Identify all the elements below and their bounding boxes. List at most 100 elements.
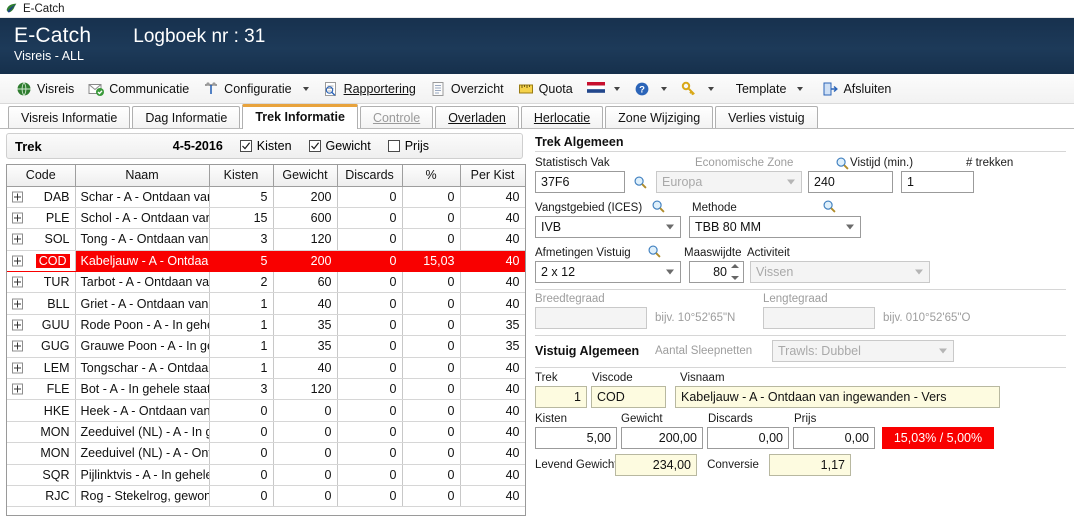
table-row[interactable]: BLL Griet - A - Ontdaan van in 1 40 0 0 40 [7,292,525,315]
aantal-sleepnetten-select[interactable]: Trawls: Dubbel [772,340,954,362]
trek-number-input[interactable]: 1 [535,386,587,408]
stepper-arrows-icon[interactable] [729,264,740,280]
toolbar-rapportering-button[interactable]: Rapportering [316,77,423,101]
tab-trek-informatie[interactable]: Trek Informatie [242,104,358,129]
column-header-perkist[interactable]: Per Kist [460,165,525,187]
expand-row-icon[interactable] [12,383,23,395]
gewicht-input[interactable]: 200,00 [621,427,703,449]
methode-select[interactable]: TBB 80 MM [689,216,861,238]
levend-gewicht-input[interactable]: 234,00 [615,454,697,476]
vistijd-input[interactable]: 240 [808,171,893,193]
viscode-input[interactable]: COD [591,386,666,408]
kisten-input[interactable]: 5,00 [535,427,617,449]
maaswijdte-stepper[interactable]: 80 [689,261,744,283]
statistisch-vak-input[interactable]: 37F6 [535,171,625,193]
economische-zone-select[interactable]: Europa [656,171,802,193]
table-row[interactable]: GUURode Poon - A - In gehele1350035 [7,314,525,337]
table-row[interactable]: DAB Schar - A - Ontdaan van 5 200 0 0 40 [7,186,525,208]
table-row[interactable]: PLE Schol - A - Ontdaan van i 15 600 0 0 40 [7,207,525,230]
search-icon[interactable] [633,175,648,190]
table-row[interactable]: MON Zeeduivel (NL) - A - Ontd 0 0 0 0 40 [7,442,525,465]
toolbar-quota-button[interactable]: Quota [511,77,580,101]
expand-row-icon[interactable] [12,340,23,352]
tab-overladen[interactable]: Overladen [435,106,519,128]
column-header-code[interactable]: Code [7,165,76,187]
chevron-down-icon [613,86,620,91]
trekken-input[interactable]: 1 [901,171,974,193]
column-header-pct[interactable]: % [402,165,461,187]
vangstgebied-select[interactable]: IVB [535,216,681,238]
toolbar-template-dropdown[interactable] [793,85,810,93]
expand-row-icon[interactable] [12,298,23,310]
trek-date: 4-5-2016 [172,139,223,153]
table-row[interactable]: GUG Grauwe Poon - A - In geh 1 35 0 0 35 [7,335,525,358]
visnaam-input[interactable]: Kabeljauw - A - Ontdaan van ingewanden -… [675,386,1000,408]
expand-row-icon[interactable] [12,233,23,245]
chevron-down-icon [915,269,923,275]
expand-row-icon[interactable] [12,191,23,203]
afmetingen-vistuig-select[interactable]: 2 x 12 [535,261,681,283]
table-row[interactable]: SOL Tong - A - Ontdaan van in 3 120 0 0 40 [7,228,525,251]
column-header-discards[interactable]: Discards [337,165,403,187]
table-row[interactable]: RJC Rog - Stekelrog, gewone 0 0 0 0 40 [7,485,525,508]
expand-row-icon[interactable] [12,319,23,331]
label-economische-zone: Economische Zone [695,157,794,169]
table-row[interactable]: HKEHeek - A - Ontdaan van in000040 [7,399,525,422]
column-header-gewicht[interactable]: Gewicht [273,165,338,187]
tab-zone-wijziging[interactable]: Zone Wijziging [605,106,714,128]
toolbar-key-dropdown[interactable] [704,85,721,93]
table-row[interactable]: COD Kabeljauw - A - Ontdaan 5 200 0 15,03 40 [7,250,525,273]
cell-percentage: 0 [402,399,461,422]
toolbar-overzicht-button[interactable]: Overzicht [423,77,511,101]
conversie-input[interactable]: 1,17 [769,454,851,476]
table-row[interactable]: SQR Pijlinktvis - A - In gehele 0 0 0 0 40 [7,464,525,486]
toolbar-communicatie-button[interactable]: Communicatie [81,77,196,101]
column-header-naam[interactable]: Naam [75,165,210,187]
checkbox-kisten[interactable]: Kisten [239,139,292,153]
search-icon[interactable] [651,199,666,214]
expand-row-icon[interactable] [12,212,23,224]
cell-naam: Tarbot - A - Ontdaan van [75,271,210,294]
search-icon[interactable] [822,199,837,214]
tab-verlies-vistuig[interactable]: Verlies vistuig [715,106,818,128]
table-row[interactable]: MON Zeeduivel (NL) - A - In ge 0 0 0 0 40 [7,421,525,444]
cell-code: MON [7,442,76,465]
divider [535,335,1066,336]
table-row[interactable]: FLE Bot - A - In gehele staat -3 120 0 0 40 [7,378,525,401]
expand-row-icon[interactable] [12,362,23,374]
table-row[interactable]: TUR Tarbot - A - Ontdaan van 2 60 0 0 40 [7,271,525,294]
expand-row-icon[interactable] [12,276,23,288]
tab-dag-informatie[interactable]: Dag Informatie [132,106,241,128]
toolbar-template-button[interactable]: Template [729,77,794,101]
toolbar-key-button[interactable] [674,77,704,101]
table-row[interactable]: LEM Tongschar - A - Ontdaan 1 40 0 0 40 [7,357,525,380]
discards-input[interactable]: 0,00 [707,427,789,449]
label-methode: Methode [692,202,737,214]
prijs-input[interactable]: 0,00 [793,427,875,449]
search-icon[interactable] [835,156,850,171]
label-detail-discards: Discards [708,413,753,425]
toolbar-configuratie-button[interactable]: Configuratie [196,77,298,101]
toolbar-configuratie-dropdown[interactable] [299,85,316,93]
cell-code-text: DAB [43,189,70,204]
toolbar-visreis-button[interactable]: Visreis [9,77,81,101]
toolbar-language-dropdown[interactable] [610,85,627,93]
tab-herlocatie[interactable]: Herlocatie [520,106,604,128]
checkbox-gewicht[interactable]: Gewicht [308,139,371,153]
column-header-kisten[interactable]: Kisten [209,165,274,187]
tab-controle[interactable]: Controle [359,106,434,128]
search-icon[interactable] [647,244,662,259]
toolbar-afsluiten-button[interactable]: Afsluiten [815,77,898,101]
visnaam-value: Kabeljauw - A - Ontdaan van ingewanden -… [681,390,947,404]
expand-row-icon[interactable] [12,255,23,267]
lengtegraad-input[interactable] [763,307,875,329]
catch-grid[interactable]: Code Naam Kisten Gewicht Discards % Per … [6,164,526,516]
tab-visreis-informatie[interactable]: Visreis Informatie [8,106,131,128]
cell-naam: Zeeduivel (NL) - A - In ge [75,421,210,444]
checkbox-prijs[interactable]: Prijs [387,139,429,153]
toolbar-help-dropdown[interactable] [657,85,674,93]
activiteit-select[interactable]: Vissen [750,261,930,283]
breedtegraad-input[interactable] [535,307,647,329]
toolbar-help-button[interactable]: ? [627,77,657,101]
toolbar-language-button[interactable] [580,77,610,101]
